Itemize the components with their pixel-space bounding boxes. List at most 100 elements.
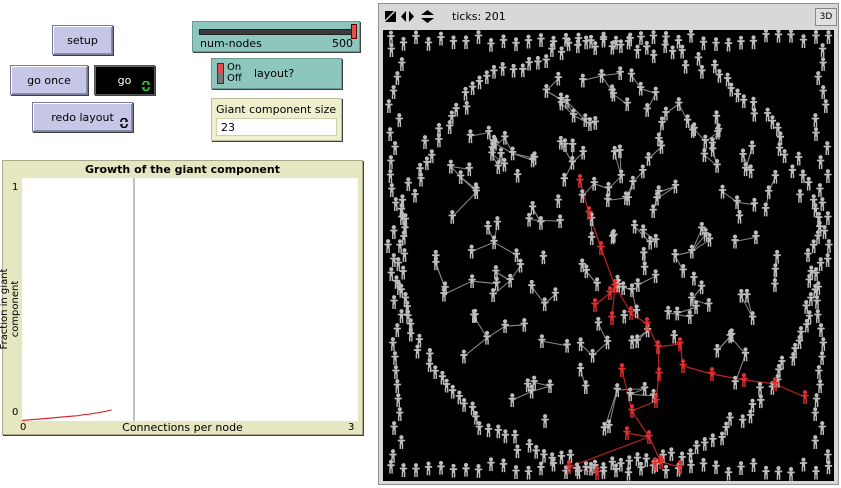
node-icon — [697, 280, 706, 295]
node-icon — [700, 148, 709, 162]
view-zoom-icon[interactable] — [385, 11, 396, 22]
go-once-button[interactable]: go once — [10, 65, 88, 95]
node-icon — [811, 407, 819, 421]
node-icon — [554, 71, 562, 86]
go-button-label: go — [117, 73, 132, 87]
node-icon — [582, 461, 590, 476]
setup-button[interactable]: setup — [52, 25, 113, 55]
node-icon — [513, 168, 522, 183]
node-icon — [824, 169, 832, 183]
slider-track[interactable] — [199, 29, 353, 35]
view-move-horizontal-icon[interactable] — [401, 11, 414, 22]
node-icon — [739, 414, 747, 429]
node-icon — [628, 283, 636, 298]
node-icon — [399, 463, 408, 477]
node-icon — [557, 450, 566, 465]
node-icon — [757, 394, 765, 409]
node-icon — [484, 423, 493, 438]
node-icon — [461, 86, 470, 101]
node-icon — [576, 337, 585, 352]
node-icon — [687, 30, 695, 43]
node-icon — [391, 351, 399, 365]
giant-component-monitor: Giant component size 23 — [211, 98, 342, 141]
slider-value: 500 — [332, 37, 353, 50]
switch-label: layout? — [254, 67, 295, 80]
switch-toggle[interactable] — [217, 63, 224, 84]
view-3d-button[interactable]: 3D — [815, 8, 837, 26]
redo-layout-button[interactable]: redo layout — [32, 102, 133, 132]
node-icon — [449, 35, 458, 50]
node-icon — [799, 169, 807, 184]
node-icon — [799, 457, 808, 472]
node-icon — [386, 127, 394, 141]
node-icon — [662, 464, 670, 479]
node-icon — [534, 55, 542, 70]
node-icon — [393, 323, 401, 337]
node-icon — [623, 97, 631, 112]
node-icon — [780, 149, 789, 163]
num-nodes-slider[interactable]: num-nodes 500 — [192, 21, 360, 52]
node-icon — [712, 37, 720, 52]
node-icon — [525, 56, 533, 71]
node-icon — [474, 30, 483, 44]
node-icon — [679, 359, 687, 373]
node-icon — [681, 59, 690, 74]
setup-button-label: setup — [67, 33, 98, 47]
world-view: ticks: 201 3D — [378, 3, 839, 485]
node-icon — [512, 37, 520, 52]
node-icon — [385, 99, 393, 113]
node-icon — [651, 269, 660, 284]
node-icon — [637, 81, 645, 96]
node-icon — [705, 298, 713, 312]
node-icon — [597, 241, 605, 255]
node-icon — [815, 365, 823, 379]
node-icon — [448, 210, 456, 224]
node-icon — [805, 176, 813, 191]
redo-layout-button-label: redo layout — [51, 110, 114, 124]
node-icon — [474, 464, 483, 478]
node-icon — [512, 465, 520, 479]
slider-label: num-nodes — [200, 37, 262, 50]
go-once-button-label: go once — [27, 73, 71, 87]
layout-switch[interactable]: On Off layout? — [211, 58, 342, 89]
plot-title: Growth of the giant component — [85, 163, 280, 176]
node-icon — [539, 250, 548, 265]
node-icon — [390, 225, 398, 239]
node-icon — [460, 398, 468, 412]
go-button[interactable]: go — [94, 65, 155, 95]
node-icon — [588, 231, 596, 246]
node-icon — [818, 421, 826, 435]
node-icon — [649, 204, 657, 219]
node-icon — [630, 219, 639, 234]
node-icon — [692, 440, 701, 454]
node-icon — [608, 311, 616, 325]
node-icon — [818, 43, 827, 57]
node-icon — [438, 370, 447, 385]
node-icon — [774, 30, 783, 43]
node-icon — [694, 51, 703, 66]
view-move-vertical-icon[interactable] — [421, 10, 434, 23]
node-icon — [817, 323, 825, 337]
plot-area — [22, 178, 358, 421]
node-icon — [540, 449, 548, 463]
node-icon — [687, 459, 695, 474]
node-icon — [467, 244, 476, 259]
node-icon — [590, 176, 598, 191]
node-icon — [390, 295, 398, 309]
giant-component-plot: Growth of the giant component Fraction i… — [0, 160, 363, 435]
network-links — [435, 72, 776, 429]
node-icon — [641, 261, 649, 276]
monitor-value: 23 — [221, 121, 235, 134]
node-icon — [537, 33, 545, 47]
node-icon — [493, 216, 502, 230]
node-icon — [762, 202, 770, 217]
node-icon — [484, 220, 492, 235]
node-icon — [713, 159, 721, 173]
node-icon — [811, 435, 819, 449]
node-icon — [524, 34, 533, 49]
network-canvas[interactable] — [383, 30, 834, 481]
node-icon — [588, 348, 597, 363]
node-icon — [437, 31, 445, 46]
node-icon — [823, 141, 831, 155]
node-icon — [743, 288, 751, 303]
